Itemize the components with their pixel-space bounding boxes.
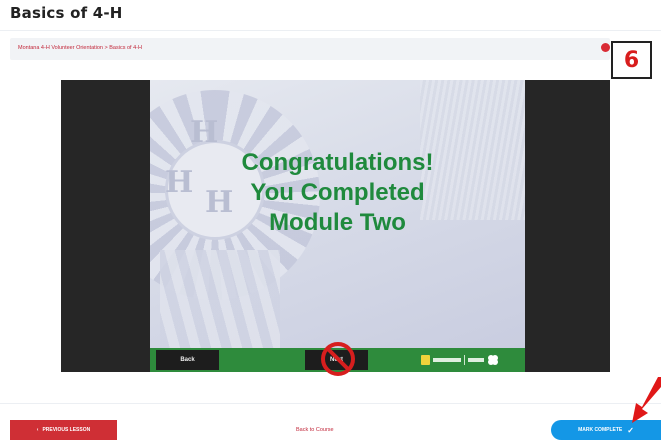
logo-divider [464,355,465,365]
step-number-badge: 6 [611,41,652,79]
slide-line-1: Congratulations! [241,149,434,176]
four-h-clover-icon [488,355,498,365]
slide-line-3: Module Two [269,209,406,236]
breadcrumb[interactable]: Montana 4-H Volunteer Orientation > Basi… [18,45,142,51]
msu-logo-icon [421,355,430,365]
extension-wordmark [468,358,484,362]
page-title: Basics of 4-H [10,4,123,22]
lesson-page: Basics of 4-H Montana 4-H Volunteer Orie… [0,0,661,440]
prohibited-icon [321,342,355,376]
slide-message: Congratulations! You Completed Module Tw… [150,148,525,238]
footer-divider [0,403,661,404]
notification-dot [601,43,610,52]
title-divider [0,30,661,31]
clover-h-mark: H [190,115,219,150]
previous-lesson-label: PREVIOUS LESSON [42,427,91,433]
slide-back-button[interactable]: Back [156,350,219,370]
ribbon-tails [160,250,280,348]
red-arrow-icon [632,377,661,423]
msu-wordmark [433,358,461,362]
breadcrumb-bar: Montana 4-H Volunteer Orientation > Basi… [10,38,610,60]
chevron-left-icon: ‹ [36,427,39,433]
slide-line-2: You Completed [250,179,425,206]
back-to-course-link[interactable]: Back to Course [296,427,334,433]
previous-lesson-button[interactable]: ‹ PREVIOUS LESSON [10,420,117,440]
mark-complete-label: MARK COMPLETE [578,427,623,433]
partner-logos [421,352,521,368]
